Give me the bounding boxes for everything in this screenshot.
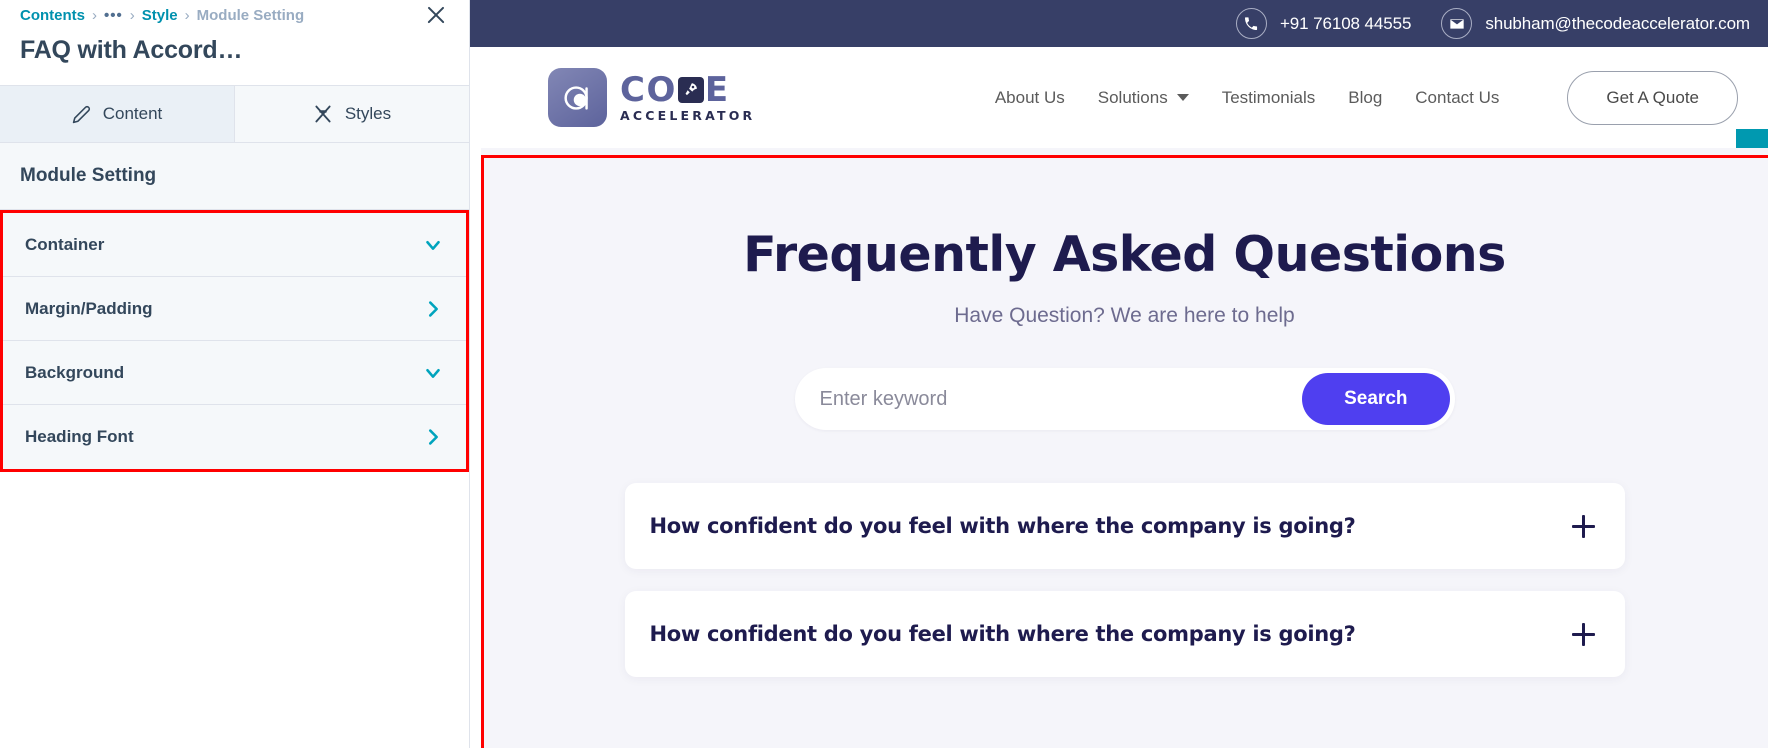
- settings-accordion-group: Container Margin/Padding Background Head…: [0, 210, 469, 472]
- faq-question: How confident do you feel with where the…: [649, 622, 1356, 646]
- breadcrumb-contents[interactable]: Contents: [20, 7, 85, 24]
- editor-window: Contents › ••• › Style › Module Setting …: [0, 0, 1768, 748]
- pencil-icon: [72, 105, 91, 124]
- tab-styles-label: Styles: [344, 104, 392, 123]
- logo-mark-icon: [548, 68, 607, 127]
- faq-heading: Frequently Asked Questions: [743, 226, 1506, 283]
- sidebar-empty-area: [0, 472, 469, 748]
- phone-icon: [1235, 8, 1267, 39]
- topbar-phone[interactable]: +91 76108 44555: [1235, 8, 1412, 39]
- main-nav: About Us Solutions Testimonials Blog Con…: [995, 70, 1738, 125]
- breadcrumb-style[interactable]: Style: [142, 7, 178, 24]
- tab-content-label: Content: [102, 104, 163, 123]
- nav-label: Blog: [1348, 87, 1383, 107]
- plus-icon[interactable]: [1571, 514, 1595, 538]
- accordion-label: Container: [25, 234, 105, 254]
- close-icon[interactable]: [423, 2, 449, 28]
- faq-search-bar: Search: [794, 368, 1455, 430]
- site-logo[interactable]: CO E ACCELERATOR: [548, 68, 755, 127]
- accordion-label: Background: [25, 362, 125, 382]
- website-preview: +91 76108 44555 shubham@thecodeaccelerat…: [470, 0, 1768, 748]
- chevron-right-icon[interactable]: [422, 426, 444, 448]
- envelope-icon: [1441, 8, 1473, 39]
- plus-icon[interactable]: [1571, 622, 1595, 646]
- nav-item-testimonials[interactable]: Testimonials: [1222, 88, 1316, 108]
- chevron-down-icon[interactable]: [422, 234, 444, 256]
- sidebar-tabs: Content Styles: [0, 85, 469, 143]
- tab-content[interactable]: Content: [0, 86, 235, 142]
- topbar-email-text: shubham@thecodeaccelerator.com: [1485, 13, 1750, 33]
- accordion-item-heading-font[interactable]: Heading Font: [3, 405, 466, 469]
- accordion-label: Margin/Padding: [25, 298, 153, 318]
- logo-word-part1: CO: [620, 69, 677, 110]
- accordion-item-container[interactable]: Container: [3, 213, 466, 277]
- faq-accordion-list: How confident do you feel with where the…: [624, 483, 1625, 677]
- logo-tagline: ACCELERATOR: [620, 107, 756, 123]
- breadcrumb-separator-1: ›: [92, 6, 97, 24]
- nav-item-blog[interactable]: Blog: [1348, 88, 1382, 108]
- breadcrumb-ellipsis[interactable]: •••: [104, 7, 123, 24]
- nav-item-contact-us[interactable]: Contact Us: [1415, 88, 1499, 108]
- nav-label: Solutions: [1097, 87, 1168, 107]
- chevron-right-icon[interactable]: [422, 298, 444, 320]
- faq-section: Frequently Asked Questions Have Question…: [481, 148, 1768, 748]
- tab-styles[interactable]: Styles: [235, 86, 469, 142]
- chevron-down-icon[interactable]: [422, 362, 444, 384]
- logo-word-part2: E: [704, 69, 730, 110]
- breadcrumb: Contents › ••• › Style › Module Setting: [0, 0, 469, 30]
- topbar-email[interactable]: shubham@thecodeaccelerator.com: [1441, 8, 1750, 39]
- nav-item-about-us[interactable]: About Us: [995, 88, 1065, 108]
- faq-subheading: Have Question? We are here to help: [954, 304, 1295, 327]
- faq-item[interactable]: How confident do you feel with where the…: [624, 483, 1625, 569]
- search-input[interactable]: [819, 387, 1303, 411]
- breadcrumb-current: Module Setting: [196, 6, 305, 24]
- nav-label: Contact Us: [1415, 87, 1500, 107]
- breadcrumb-separator-2: ›: [129, 6, 135, 24]
- nav-label: About Us: [994, 87, 1065, 107]
- breadcrumb-separator-3: ›: [184, 6, 190, 24]
- accordion-item-background[interactable]: Background: [3, 341, 466, 405]
- accordion-label: Heading Font: [25, 427, 134, 446]
- topbar-phone-text: +91 76108 44555: [1279, 13, 1412, 33]
- brush-icon: [313, 104, 333, 124]
- search-button[interactable]: Search: [1302, 373, 1450, 425]
- nav-label: Testimonials: [1221, 87, 1316, 107]
- module-setting-heading: Module Setting: [0, 143, 469, 210]
- site-navbar: CO E ACCELERATOR About Us Solutions Test…: [470, 47, 1768, 163]
- logo-wordmark: CO E ACCELERATOR: [620, 73, 755, 123]
- site-topbar: +91 76108 44555 shubham@thecodeaccelerat…: [470, 0, 1768, 47]
- module-settings-sidebar: Contents › ••• › Style › Module Setting …: [0, 0, 470, 748]
- nav-item-solutions[interactable]: Solutions: [1098, 88, 1189, 108]
- accordion-item-margin-padding[interactable]: Margin/Padding: [3, 277, 466, 341]
- faq-item[interactable]: How confident do you feel with where the…: [624, 591, 1625, 677]
- faq-question: How confident do you feel with where the…: [649, 514, 1356, 538]
- get-a-quote-button[interactable]: Get A Quote: [1567, 70, 1738, 125]
- chevron-down-icon: [1176, 94, 1189, 101]
- page-title: FAQ with Accord…: [20, 36, 243, 64]
- rocket-icon: [677, 76, 704, 103]
